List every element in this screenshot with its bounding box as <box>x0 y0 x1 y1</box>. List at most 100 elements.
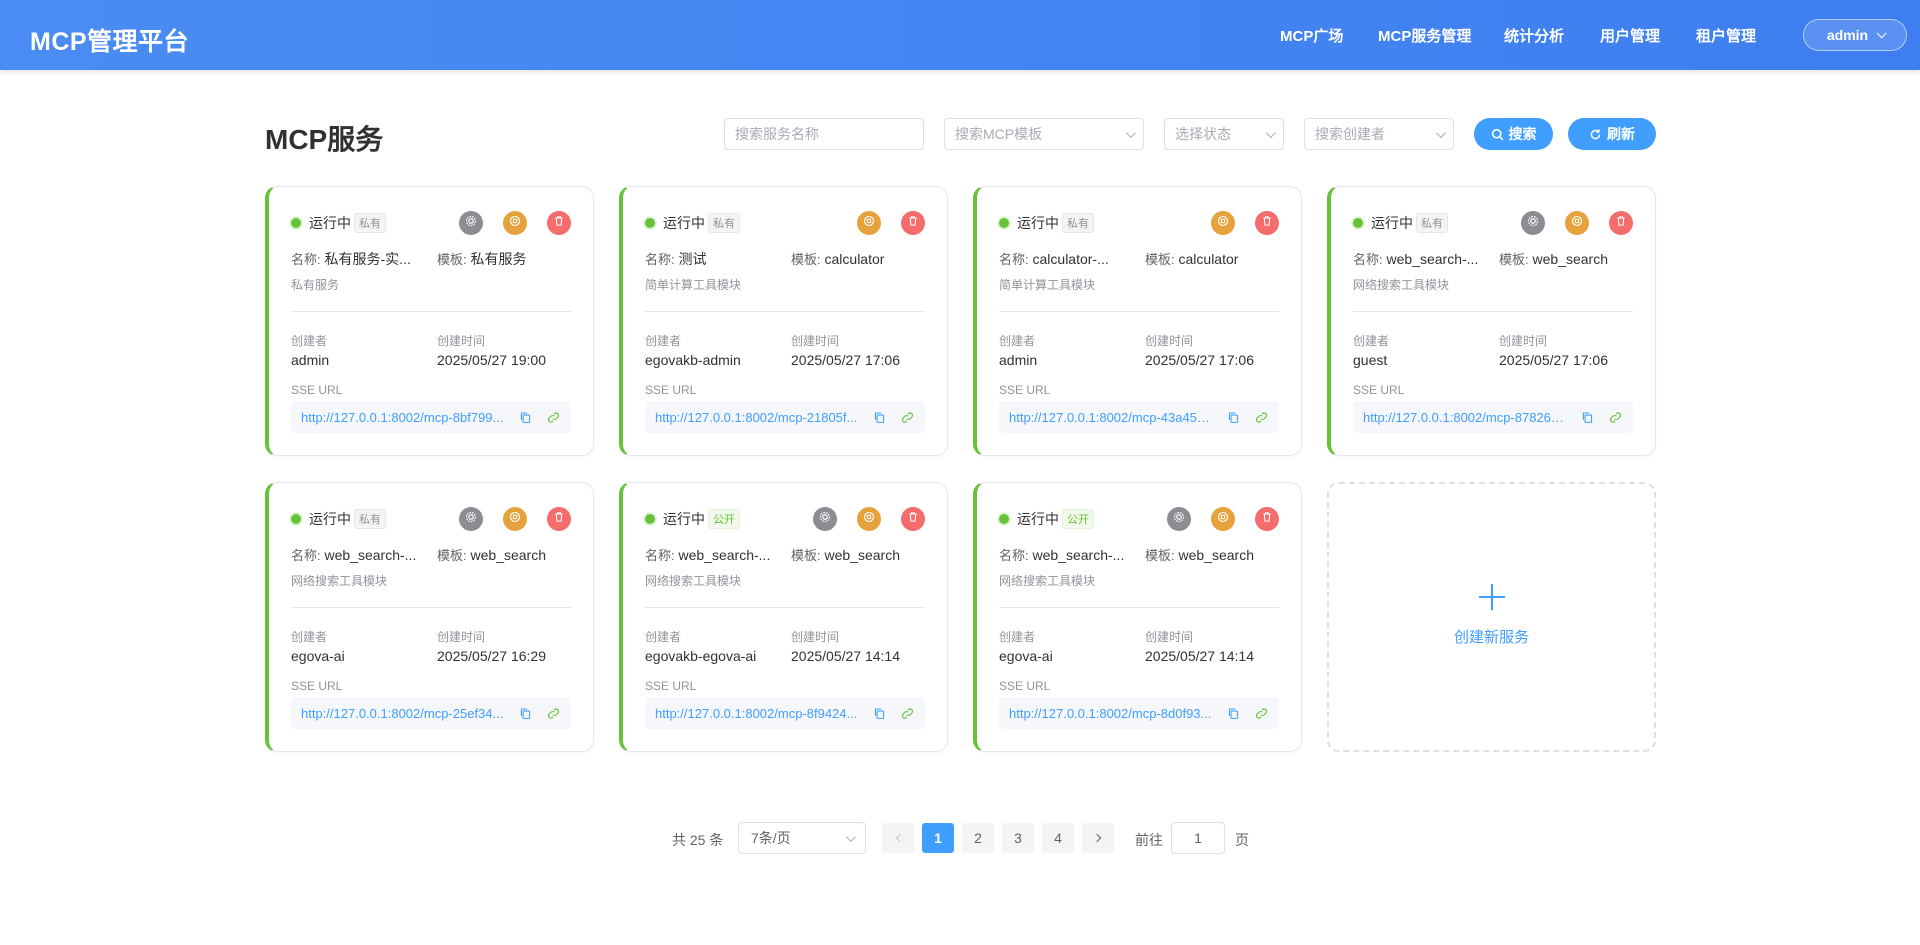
stop-button[interactable] <box>1211 211 1235 235</box>
page-button[interactable]: 2 <box>962 823 994 853</box>
template-select[interactable]: 搜索MCP模板 <box>944 118 1144 150</box>
created-time-value: 2025/05/27 14:14 <box>791 648 900 664</box>
sse-url-link[interactable]: http://127.0.0.1:8002/mcp-8f9424... <box>655 706 858 721</box>
service-description: 网络搜索工具模块 <box>291 574 388 588</box>
search-name-input[interactable] <box>735 126 913 142</box>
creator-value: egovakb-egova-ai <box>645 648 757 664</box>
stop-button[interactable] <box>1565 211 1589 235</box>
status-row: 运行中 私有 <box>291 213 386 233</box>
created-time-label: 创建时间 <box>1145 334 1194 348</box>
service-card[interactable]: 运行中 公开 名称: web_search-... 模板: web_search… <box>973 482 1302 752</box>
page-button[interactable]: 1 <box>922 823 954 853</box>
service-card[interactable]: 运行中 私有 名称: web_search-... 模板: web_search… <box>1327 186 1656 456</box>
gear-icon <box>1527 214 1539 232</box>
delete-button[interactable] <box>901 507 925 531</box>
sse-url-link[interactable]: http://127.0.0.1:8002/mcp-878263... <box>1363 410 1566 425</box>
page-title: MCP服务 <box>265 124 384 155</box>
template-label: 模板: <box>437 252 467 267</box>
delete-button[interactable] <box>1255 211 1279 235</box>
nav-statistics[interactable]: 统计分析 <box>1504 25 1564 46</box>
stop-button[interactable] <box>857 211 881 235</box>
link-icon[interactable] <box>1254 706 1268 720</box>
link-icon[interactable] <box>1608 410 1622 424</box>
delete-button[interactable] <box>1255 507 1279 531</box>
created-time-label: 创建时间 <box>791 334 840 348</box>
nav-mcp-square[interactable]: MCP广场 <box>1280 25 1343 46</box>
name-field: 名称: calculator-... <box>999 249 1137 268</box>
link-icon[interactable] <box>546 410 560 424</box>
template-label: 模板: <box>1145 252 1175 267</box>
settings-button[interactable] <box>459 211 483 235</box>
service-card[interactable]: 运行中 私有 名称: 私有服务-实... 模板: 私有服务 私有服务 创建者 创… <box>265 186 594 456</box>
sse-url-link[interactable]: http://127.0.0.1:8002/mcp-8bf799... <box>301 410 504 425</box>
copy-icon[interactable] <box>872 410 886 424</box>
service-description: 简单计算工具模块 <box>999 278 1096 292</box>
sse-url-box: http://127.0.0.1:8002/mcp-25ef34... <box>291 697 571 729</box>
name-label: 名称: <box>645 252 675 267</box>
page-button[interactable]: 4 <box>1042 823 1074 853</box>
app-logo[interactable]: MCP管理平台 <box>30 22 189 58</box>
sse-url-link[interactable]: http://127.0.0.1:8002/mcp-25ef34... <box>301 706 504 721</box>
service-card[interactable]: 运行中 私有 名称: calculator-... 模板: calculator… <box>973 186 1302 456</box>
divider <box>291 607 571 608</box>
template-name: web_search <box>1178 547 1255 563</box>
copy-icon[interactable] <box>1226 706 1240 720</box>
prev-page-button[interactable] <box>882 823 914 853</box>
nav-tenants[interactable]: 租户管理 <box>1696 25 1756 46</box>
nav-mcp-service[interactable]: MCP服务管理 <box>1378 25 1471 46</box>
link-icon[interactable] <box>546 706 560 720</box>
stop-button[interactable] <box>503 211 527 235</box>
template-field: 模板: calculator <box>791 249 884 268</box>
template-name: web_search <box>1532 251 1609 267</box>
top-header: MCP管理平台 MCP广场 MCP服务管理 统计分析 用户管理 租户管理 adm… <box>0 0 1920 70</box>
settings-button[interactable] <box>1521 211 1545 235</box>
sse-url-link[interactable]: http://127.0.0.1:8002/mcp-8d0f93... <box>1009 706 1212 721</box>
sse-url-label: SSE URL <box>999 679 1051 693</box>
settings-button[interactable] <box>1167 507 1191 531</box>
create-service-card[interactable]: 创建新服务 <box>1327 482 1656 752</box>
stop-button[interactable] <box>857 507 881 531</box>
nav-users[interactable]: 用户管理 <box>1600 25 1660 46</box>
gear-icon <box>465 214 477 232</box>
settings-button[interactable] <box>813 507 837 531</box>
service-card[interactable]: 运行中 私有 名称: 测试 模板: calculator 简单计算工具模块 创建… <box>619 186 948 456</box>
page-button[interactable]: 3 <box>1002 823 1034 853</box>
link-icon[interactable] <box>900 410 914 424</box>
sse-url-label: SSE URL <box>645 383 697 397</box>
creator-select[interactable]: 搜索创建者 <box>1304 118 1454 150</box>
link-icon[interactable] <box>900 706 914 720</box>
status-select[interactable]: 选择状态 <box>1164 118 1284 150</box>
creator-label: 创建者 <box>291 334 328 348</box>
copy-icon[interactable] <box>872 706 886 720</box>
search-button[interactable]: 搜索 <box>1474 118 1553 150</box>
name-label: 名称: <box>291 252 321 267</box>
delete-button[interactable] <box>547 507 571 531</box>
created-time-value: 2025/05/27 16:29 <box>437 648 546 664</box>
status-text: 运行中 <box>663 511 705 527</box>
refresh-button[interactable]: 刷新 <box>1568 118 1656 150</box>
copy-icon[interactable] <box>518 410 532 424</box>
link-icon[interactable] <box>1254 410 1268 424</box>
copy-icon[interactable] <box>1226 410 1240 424</box>
stop-button[interactable] <box>1211 507 1235 531</box>
user-menu-button[interactable]: admin <box>1803 19 1907 51</box>
search-name-field[interactable] <box>724 118 924 150</box>
sse-url-link[interactable]: http://127.0.0.1:8002/mcp-43a459... <box>1009 410 1212 425</box>
chevron-down-icon <box>1876 27 1887 38</box>
service-card[interactable]: 运行中 私有 名称: web_search-... 模板: web_search… <box>265 482 594 752</box>
copy-icon[interactable] <box>1580 410 1594 424</box>
delete-button[interactable] <box>547 211 571 235</box>
sse-url-link[interactable]: http://127.0.0.1:8002/mcp-21805f... <box>655 410 858 425</box>
delete-button[interactable] <box>901 211 925 235</box>
next-page-button[interactable] <box>1082 823 1114 853</box>
stop-button[interactable] <box>503 507 527 531</box>
name-label: 名称: <box>645 548 675 563</box>
service-name: calculator-... <box>1032 251 1109 267</box>
delete-button[interactable] <box>1609 211 1633 235</box>
copy-icon[interactable] <box>518 706 532 720</box>
goto-page-input[interactable]: 1 <box>1171 822 1225 854</box>
settings-button[interactable] <box>459 507 483 531</box>
template-name: calculator <box>824 251 885 267</box>
page-size-select[interactable]: 7条/页 <box>738 822 866 854</box>
service-card[interactable]: 运行中 公开 名称: web_search-... 模板: web_search… <box>619 482 948 752</box>
